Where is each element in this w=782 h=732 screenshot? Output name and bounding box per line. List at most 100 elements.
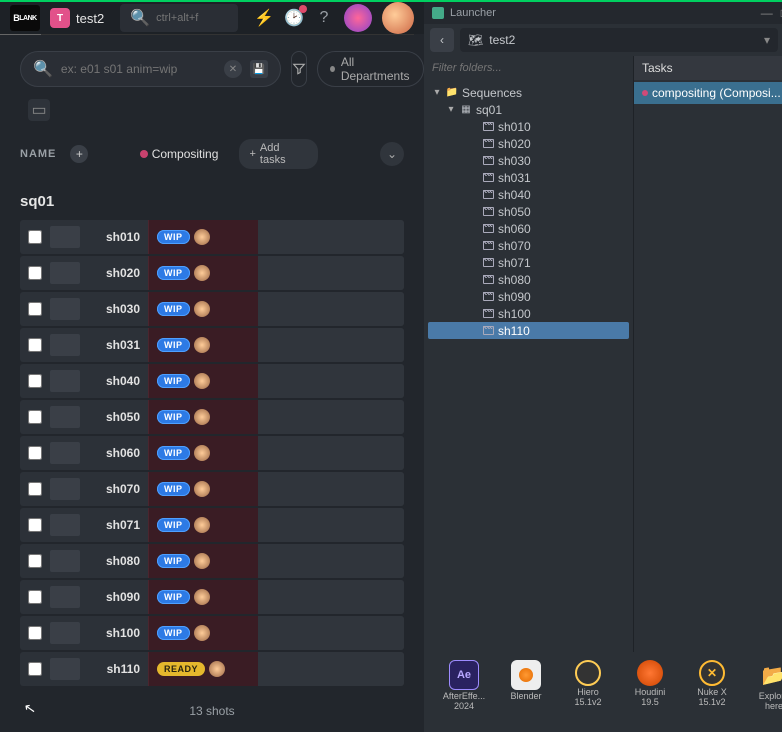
- nav-back-button[interactable]: ‹: [430, 28, 454, 52]
- user-avatar[interactable]: [382, 2, 414, 34]
- filter-search-input[interactable]: [61, 62, 216, 76]
- tree-item[interactable]: sh071: [428, 254, 629, 271]
- compositing-cell[interactable]: READY: [148, 652, 258, 686]
- global-search-input[interactable]: [156, 12, 228, 24]
- tree-item[interactable]: sh110: [428, 322, 629, 339]
- row-thumbnail[interactable]: [50, 334, 80, 356]
- app-launcher[interactable]: Blender: [502, 660, 550, 702]
- app-launcher[interactable]: Houdini 19.5: [626, 660, 674, 708]
- breadcrumb[interactable]: 🗺 test2 ▾: [460, 28, 778, 52]
- row-checkbox[interactable]: [28, 482, 42, 496]
- table-row[interactable]: sh031 WIP: [20, 328, 404, 362]
- row-checkbox[interactable]: [28, 302, 42, 316]
- compositing-cell[interactable]: WIP: [148, 256, 258, 290]
- card-view-toggle[interactable]: ▭: [28, 99, 50, 121]
- filter-search[interactable]: 🔍 ✕ 💾: [20, 51, 281, 87]
- clip-icon[interactable]: [344, 4, 372, 32]
- compositing-cell[interactable]: WIP: [148, 364, 258, 398]
- tree-item[interactable]: ▾📁Sequences: [428, 84, 629, 101]
- table-row[interactable]: sh010 WIP: [20, 220, 404, 254]
- row-thumbnail[interactable]: [50, 550, 80, 572]
- row-checkbox[interactable]: [28, 590, 42, 604]
- assignee-avatar[interactable]: [194, 553, 210, 569]
- assignee-avatar[interactable]: [194, 337, 210, 353]
- row-thumbnail[interactable]: [50, 262, 80, 284]
- compositing-cell[interactable]: WIP: [148, 616, 258, 650]
- assignee-avatar[interactable]: [209, 661, 225, 677]
- tree-item[interactable]: sh100: [428, 305, 629, 322]
- compositing-cell[interactable]: WIP: [148, 436, 258, 470]
- app-launcher[interactable]: Hiero 15.1v2: [564, 660, 612, 708]
- table-row[interactable]: sh070 WIP: [20, 472, 404, 506]
- assignee-avatar[interactable]: [194, 589, 210, 605]
- compositing-cell[interactable]: WIP: [148, 400, 258, 434]
- tree-item[interactable]: sh060: [428, 220, 629, 237]
- tree-item[interactable]: sh090: [428, 288, 629, 305]
- row-checkbox[interactable]: [28, 266, 42, 280]
- row-thumbnail[interactable]: [50, 442, 80, 464]
- row-checkbox[interactable]: [28, 626, 42, 640]
- row-thumbnail[interactable]: [50, 298, 80, 320]
- row-thumbnail[interactable]: [50, 406, 80, 428]
- table-row[interactable]: sh100 WIP: [20, 616, 404, 650]
- tree-item[interactable]: sh010: [428, 118, 629, 135]
- row-checkbox[interactable]: [28, 662, 42, 676]
- row-checkbox[interactable]: [28, 518, 42, 532]
- tree-item[interactable]: sh031: [428, 169, 629, 186]
- row-checkbox[interactable]: [28, 338, 42, 352]
- compositing-cell[interactable]: WIP: [148, 508, 258, 542]
- row-thumbnail[interactable]: [50, 226, 80, 248]
- app-launcher[interactable]: 📂Explore here: [750, 660, 782, 712]
- compositing-cell[interactable]: WIP: [148, 220, 258, 254]
- assignee-avatar[interactable]: [194, 409, 210, 425]
- notifications-icon[interactable]: 🕑: [284, 8, 304, 28]
- tree-item[interactable]: sh050: [428, 203, 629, 220]
- tree-item[interactable]: sh020: [428, 135, 629, 152]
- add-tasks-button[interactable]: + Add tasks: [239, 139, 318, 169]
- departments-dropdown[interactable]: All Departments: [317, 51, 424, 87]
- lightning-icon[interactable]: ⚡: [254, 8, 274, 28]
- save-search-button[interactable]: 💾: [250, 60, 268, 78]
- app-launcher[interactable]: AeAfterEffe... 2024: [440, 660, 488, 712]
- table-row[interactable]: sh080 WIP: [20, 544, 404, 578]
- row-thumbnail[interactable]: [50, 658, 80, 680]
- row-checkbox[interactable]: [28, 554, 42, 568]
- collapse-column-button[interactable]: ⌄: [380, 142, 404, 166]
- compositing-cell[interactable]: WIP: [148, 472, 258, 506]
- compositing-column-header[interactable]: Compositing: [140, 147, 228, 161]
- assignee-avatar[interactable]: [194, 517, 210, 533]
- assignee-avatar[interactable]: [194, 373, 210, 389]
- project-chip[interactable]: T test2: [50, 8, 104, 28]
- row-thumbnail[interactable]: [50, 370, 80, 392]
- minimize-button[interactable]: —: [761, 6, 773, 20]
- compositing-cell[interactable]: WIP: [148, 328, 258, 362]
- compositing-cell[interactable]: WIP: [148, 292, 258, 326]
- table-row[interactable]: sh050 WIP: [20, 400, 404, 434]
- table-row[interactable]: sh110 READY: [20, 652, 404, 686]
- assignee-avatar[interactable]: [194, 481, 210, 497]
- compositing-cell[interactable]: WIP: [148, 544, 258, 578]
- task-item[interactable]: compositing (Composi...: [634, 82, 782, 104]
- assignee-avatar[interactable]: [194, 625, 210, 641]
- table-row[interactable]: sh030 WIP: [20, 292, 404, 326]
- row-thumbnail[interactable]: [50, 622, 80, 644]
- tree-item[interactable]: sh070: [428, 237, 629, 254]
- help-icon[interactable]: ?: [314, 8, 334, 28]
- tree-item[interactable]: sh040: [428, 186, 629, 203]
- row-checkbox[interactable]: [28, 446, 42, 460]
- row-thumbnail[interactable]: [50, 478, 80, 500]
- table-row[interactable]: sh040 WIP: [20, 364, 404, 398]
- tree-item[interactable]: sh080: [428, 271, 629, 288]
- assignee-avatar[interactable]: [194, 445, 210, 461]
- row-checkbox[interactable]: [28, 374, 42, 388]
- tree-item[interactable]: ▾▦sq01: [428, 101, 629, 118]
- table-row[interactable]: sh060 WIP: [20, 436, 404, 470]
- assignee-avatar[interactable]: [194, 265, 210, 281]
- tree-item[interactable]: sh030: [428, 152, 629, 169]
- assignee-avatar[interactable]: [194, 301, 210, 317]
- global-search[interactable]: 🔍: [120, 4, 238, 32]
- table-row[interactable]: sh090 WIP: [20, 580, 404, 614]
- row-checkbox[interactable]: [28, 410, 42, 424]
- table-row[interactable]: sh020 WIP: [20, 256, 404, 290]
- filter-button[interactable]: [291, 51, 307, 87]
